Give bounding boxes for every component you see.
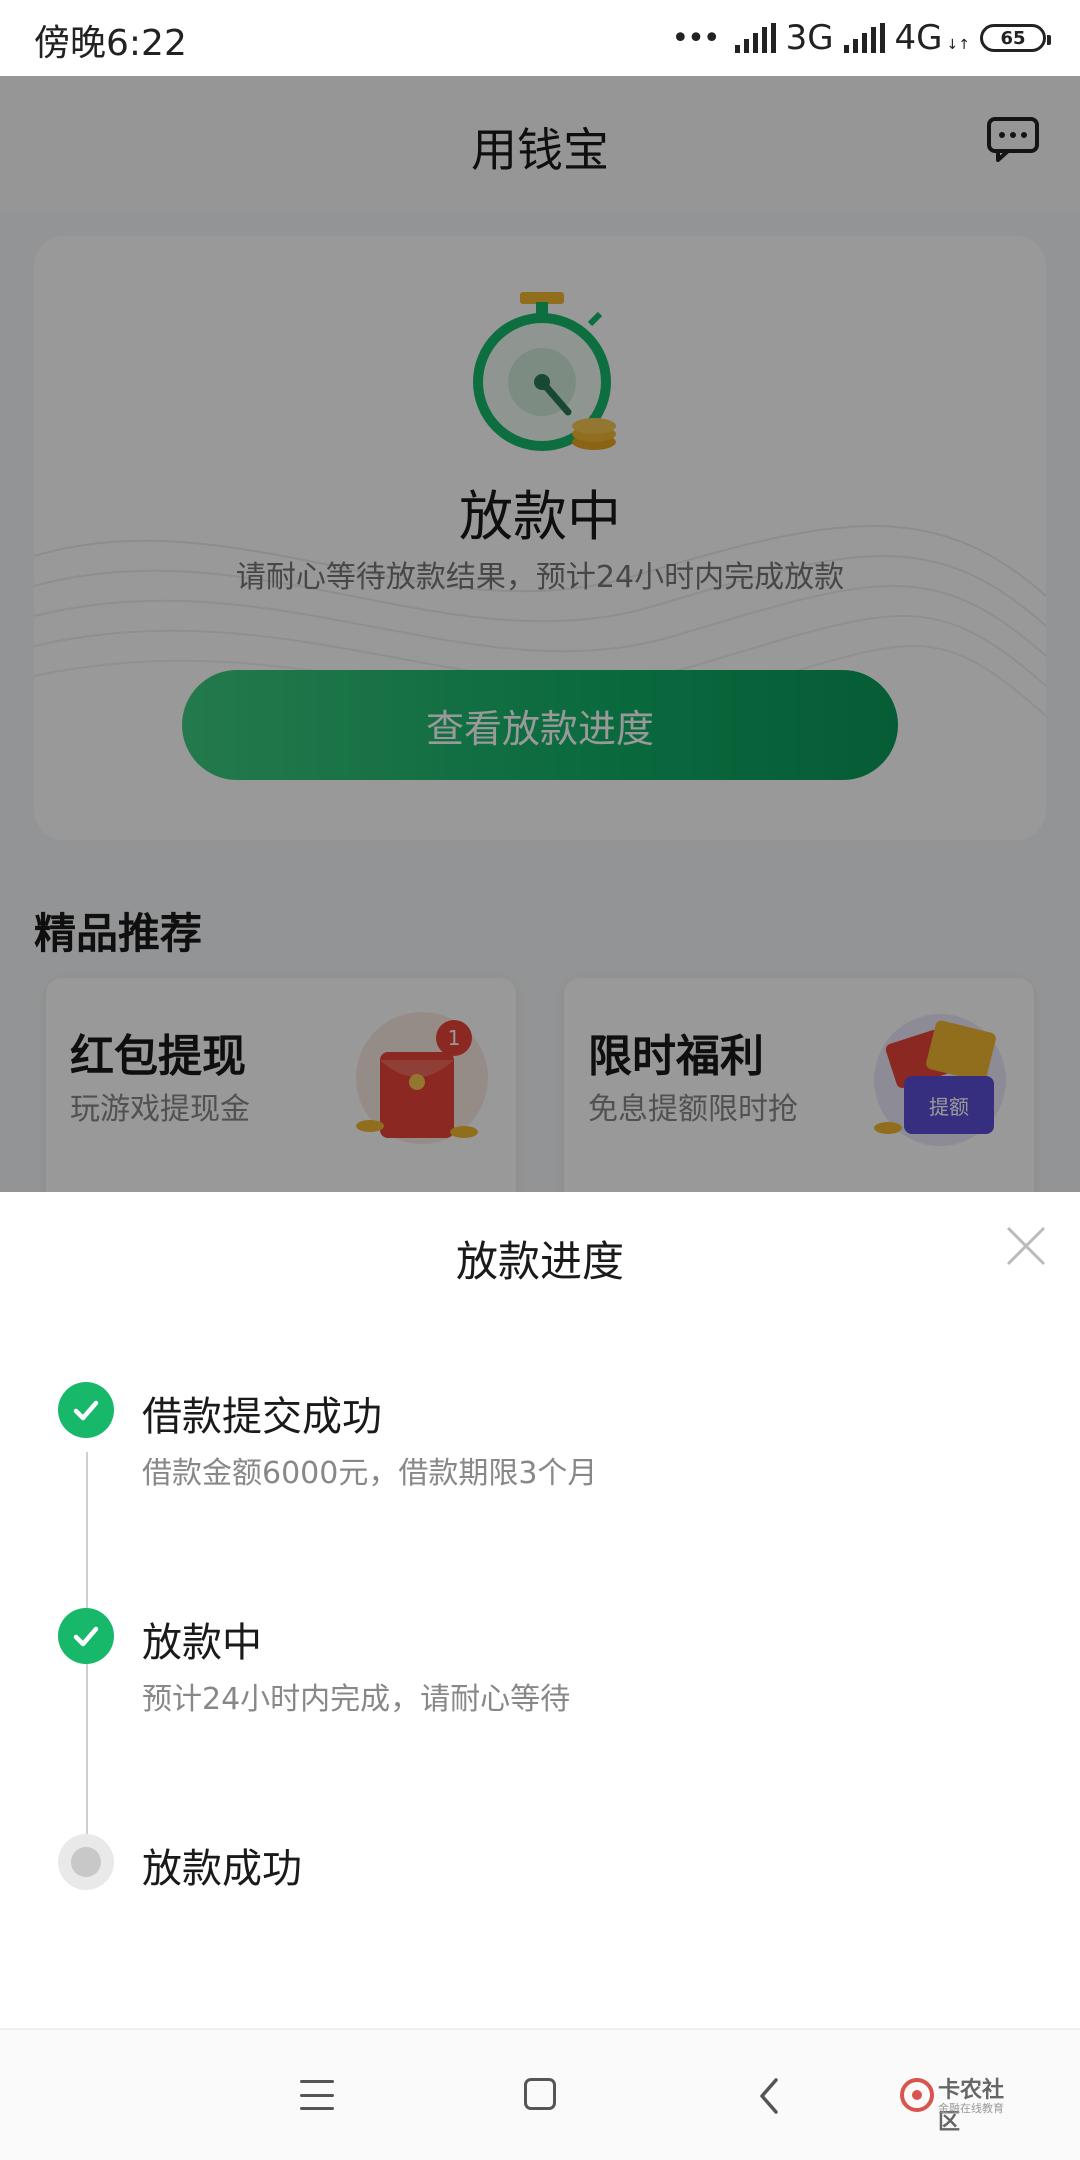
status-icons: ••• 3G 4G ↓↑ 65 (671, 16, 1051, 60)
network-type-3g: 3G (785, 18, 834, 58)
step-description: 借款金额6000元，借款期限3个月 (142, 1456, 598, 1491)
menu-icon[interactable] (300, 2080, 334, 2110)
back-icon[interactable] (754, 2076, 784, 2116)
close-icon[interactable] (1002, 1222, 1050, 1270)
battery-level: 65 (1000, 27, 1026, 49)
step-title: 放款中 (142, 1620, 262, 1666)
signal-icon (734, 23, 776, 53)
home-icon[interactable] (524, 2078, 556, 2110)
step-description: 预计24小时内完成，请耐心等待 (142, 1682, 571, 1717)
loan-progress-sheet: 放款进度 借款提交成功 借款金额6000元，借款期限3个月 放款中 预计24小时… (0, 1192, 1080, 2028)
signal-icon (843, 23, 885, 53)
watermark-logo-icon (900, 2078, 934, 2112)
watermark: 卡农社区 金融在线教育 (900, 2072, 1020, 2135)
pending-dot-icon (58, 1834, 114, 1890)
data-arrows-icon: ↓↑ (946, 37, 970, 53)
step-title: 借款提交成功 (142, 1394, 382, 1440)
battery-icon: 65 (980, 24, 1051, 52)
more-dots-icon: ••• (671, 20, 720, 56)
network-type-4g: 4G (894, 18, 943, 58)
system-nav-bar: 卡农社区 金融在线教育 (0, 2028, 1080, 2160)
check-icon (58, 1382, 114, 1438)
check-icon (58, 1608, 114, 1664)
status-time: 傍晚6:22 (34, 23, 187, 64)
step-title: 放款成功 (142, 1846, 302, 1892)
watermark-subtext: 金融在线教育 (938, 2102, 1004, 2115)
sheet-title: 放款进度 (455, 1237, 624, 1286)
status-bar: 傍晚6:22 ••• 3G 4G ↓↑ 65 (0, 0, 1080, 76)
modal-overlay[interactable] (0, 76, 1080, 1192)
